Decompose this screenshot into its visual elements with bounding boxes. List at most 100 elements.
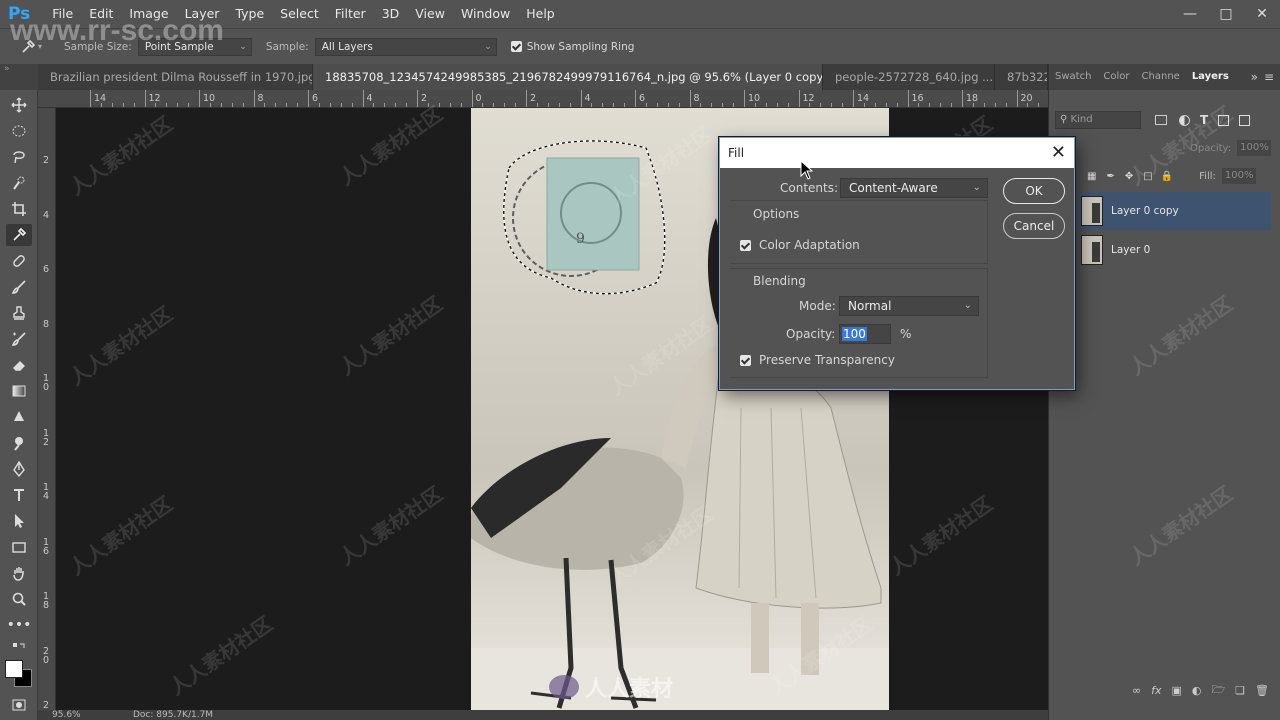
- pen-icon[interactable]: [6, 458, 32, 480]
- kind-filter-select[interactable]: ⚲ Kind: [1055, 111, 1141, 129]
- zoom-icon[interactable]: [6, 588, 32, 610]
- sample-select[interactable]: All Layers ⌄: [314, 37, 497, 56]
- type-icon[interactable]: [6, 484, 32, 506]
- blur-icon[interactable]: [6, 406, 32, 428]
- tab-color[interactable]: Color: [1097, 64, 1135, 90]
- preserve-transparency-toggle[interactable]: Preserve Transparency: [740, 353, 895, 367]
- ruler-tick: [199, 90, 200, 107]
- lock-transparent-icon[interactable]: ▦: [1087, 171, 1096, 182]
- filter-shape-icon[interactable]: [1218, 114, 1230, 126]
- panel-options-icon[interactable]: ≡: [1264, 70, 1274, 84]
- tab-swatches[interactable]: Swatch: [1049, 64, 1097, 90]
- quick-select-icon[interactable]: [6, 172, 32, 194]
- rectangle-icon[interactable]: [6, 536, 32, 558]
- ruler-tick: [90, 90, 91, 107]
- ruler-tick-label: 4: [584, 93, 591, 104]
- tab-document-2[interactable]: 18835708_1234574249985385_21967824999791…: [313, 64, 823, 90]
- ruler-tick: [536, 103, 538, 107]
- maximize-icon[interactable]: □: [1208, 0, 1244, 28]
- ruler-tick: [449, 103, 451, 107]
- new-layer-icon[interactable]: ❏: [1235, 684, 1245, 697]
- layer-style-icon[interactable]: fx: [1151, 684, 1161, 697]
- more-icon[interactable]: •••: [6, 614, 32, 636]
- tab-layers[interactable]: Layers: [1186, 64, 1235, 90]
- filter-smart-object-icon[interactable]: [1239, 114, 1251, 126]
- swap-colors-icon[interactable]: [6, 638, 32, 660]
- brush-icon[interactable]: [6, 276, 32, 298]
- cancel-button[interactable]: Cancel: [1003, 213, 1065, 239]
- search-icon: ⚲: [1060, 114, 1068, 125]
- contents-select[interactable]: Content-Aware ⌄: [840, 178, 988, 198]
- foreground-color-swatch[interactable]: [5, 660, 23, 678]
- crop-icon[interactable]: [6, 198, 32, 220]
- lasso-icon[interactable]: [6, 146, 32, 168]
- adjustment-layer-icon[interactable]: ◐: [1192, 684, 1202, 697]
- ruler-tick: [297, 103, 299, 107]
- filter-pixel-icon[interactable]: [1155, 115, 1167, 125]
- lock-pixels-icon[interactable]: ✒: [1106, 171, 1114, 182]
- delete-layer-icon[interactable]: 🗑: [1255, 684, 1269, 697]
- layer-opacity-value[interactable]: 100%: [1237, 140, 1272, 156]
- layer-row-layer-0-copy[interactable]: Layer 0 copy: [1079, 192, 1271, 230]
- ruler-tick: [340, 103, 342, 107]
- move-icon[interactable]: [6, 94, 32, 116]
- zoom-level[interactable]: 95.6%: [52, 710, 81, 720]
- fill-value[interactable]: 100%: [1221, 168, 1256, 184]
- menu-type[interactable]: Type: [227, 0, 272, 28]
- ruler-tick: [776, 103, 778, 107]
- color-adaptation-toggle[interactable]: Color Adaptation: [740, 238, 860, 252]
- new-group-icon[interactable]: 🗁: [1212, 681, 1226, 700]
- stamp-icon[interactable]: [6, 302, 32, 324]
- tab-channels[interactable]: Channe: [1136, 64, 1186, 90]
- show-sampling-ring-checkbox[interactable]: [510, 41, 522, 52]
- show-sampling-ring-toggle[interactable]: Show Sampling Ring: [510, 41, 634, 53]
- eyedropper-icon[interactable]: [6, 224, 32, 246]
- mode-select[interactable]: Normal ⌄: [839, 296, 979, 316]
- ruler-tick: [624, 103, 626, 107]
- opacity-unit: %: [900, 327, 912, 341]
- path-select-icon[interactable]: [6, 510, 32, 532]
- filter-type-icon[interactable]: T: [1200, 113, 1208, 127]
- marquee-icon[interactable]: [6, 120, 32, 142]
- link-layers-icon[interactable]: ∞: [1132, 684, 1141, 697]
- lock-artboard-icon[interactable]: □: [1143, 171, 1152, 182]
- lock-position-icon[interactable]: ✥: [1125, 171, 1133, 182]
- menu-3d[interactable]: 3D: [374, 0, 408, 28]
- menu-filter[interactable]: Filter: [327, 0, 374, 28]
- close-icon[interactable]: ✕: [1051, 142, 1066, 163]
- hand-icon[interactable]: [6, 562, 32, 584]
- close-window-icon[interactable]: ✕: [1244, 0, 1280, 28]
- dodge-icon[interactable]: [6, 432, 32, 454]
- ruler-tick-label: 1 0: [43, 373, 50, 393]
- filter-adjustment-icon[interactable]: [1179, 114, 1190, 126]
- menu-window[interactable]: Window: [453, 0, 518, 28]
- tab-document-4[interactable]: 87b322l: [995, 64, 1048, 90]
- menu-help[interactable]: Help: [518, 0, 563, 28]
- color-adaptation-checkbox[interactable]: [740, 239, 751, 251]
- gradient-icon[interactable]: [6, 380, 32, 402]
- menu-select[interactable]: Select: [272, 0, 327, 28]
- layer-row-layer-0[interactable]: Layer 0: [1079, 231, 1271, 269]
- menu-view[interactable]: View: [407, 0, 453, 28]
- lock-all-icon[interactable]: 🔒: [1161, 171, 1173, 182]
- ruler-tick: [558, 103, 560, 107]
- ruler-tick: [645, 103, 647, 107]
- ok-button[interactable]: OK: [1003, 178, 1065, 204]
- opacity-input[interactable]: 100: [839, 324, 891, 344]
- tab-document-1[interactable]: Brazilian president Dilma Rousseff in 19…: [38, 64, 313, 90]
- ruler-tick: [885, 103, 887, 107]
- ruler-tick-label: 2 2: [43, 700, 50, 710]
- eraser-icon[interactable]: [6, 354, 32, 376]
- tab-document-3[interactable]: people-2572728_640.jpg ...×: [823, 64, 995, 90]
- preserve-transparency-checkbox[interactable]: [740, 354, 751, 366]
- history-brush-icon[interactable]: [6, 328, 32, 350]
- minimize-icon[interactable]: —: [1172, 0, 1208, 28]
- panel-menu-icon[interactable]: »: [1251, 70, 1258, 84]
- add-mask-icon[interactable]: ▣: [1172, 684, 1182, 697]
- ruler-tick-label: 6: [639, 93, 646, 104]
- collapse-toolbar-icon[interactable]: »: [4, 64, 10, 74]
- quick-mask-icon[interactable]: [6, 694, 32, 716]
- healing-icon[interactable]: [6, 250, 32, 272]
- ruler-tick: [569, 103, 571, 107]
- dialog-titlebar[interactable]: Fill ✕: [720, 138, 1074, 168]
